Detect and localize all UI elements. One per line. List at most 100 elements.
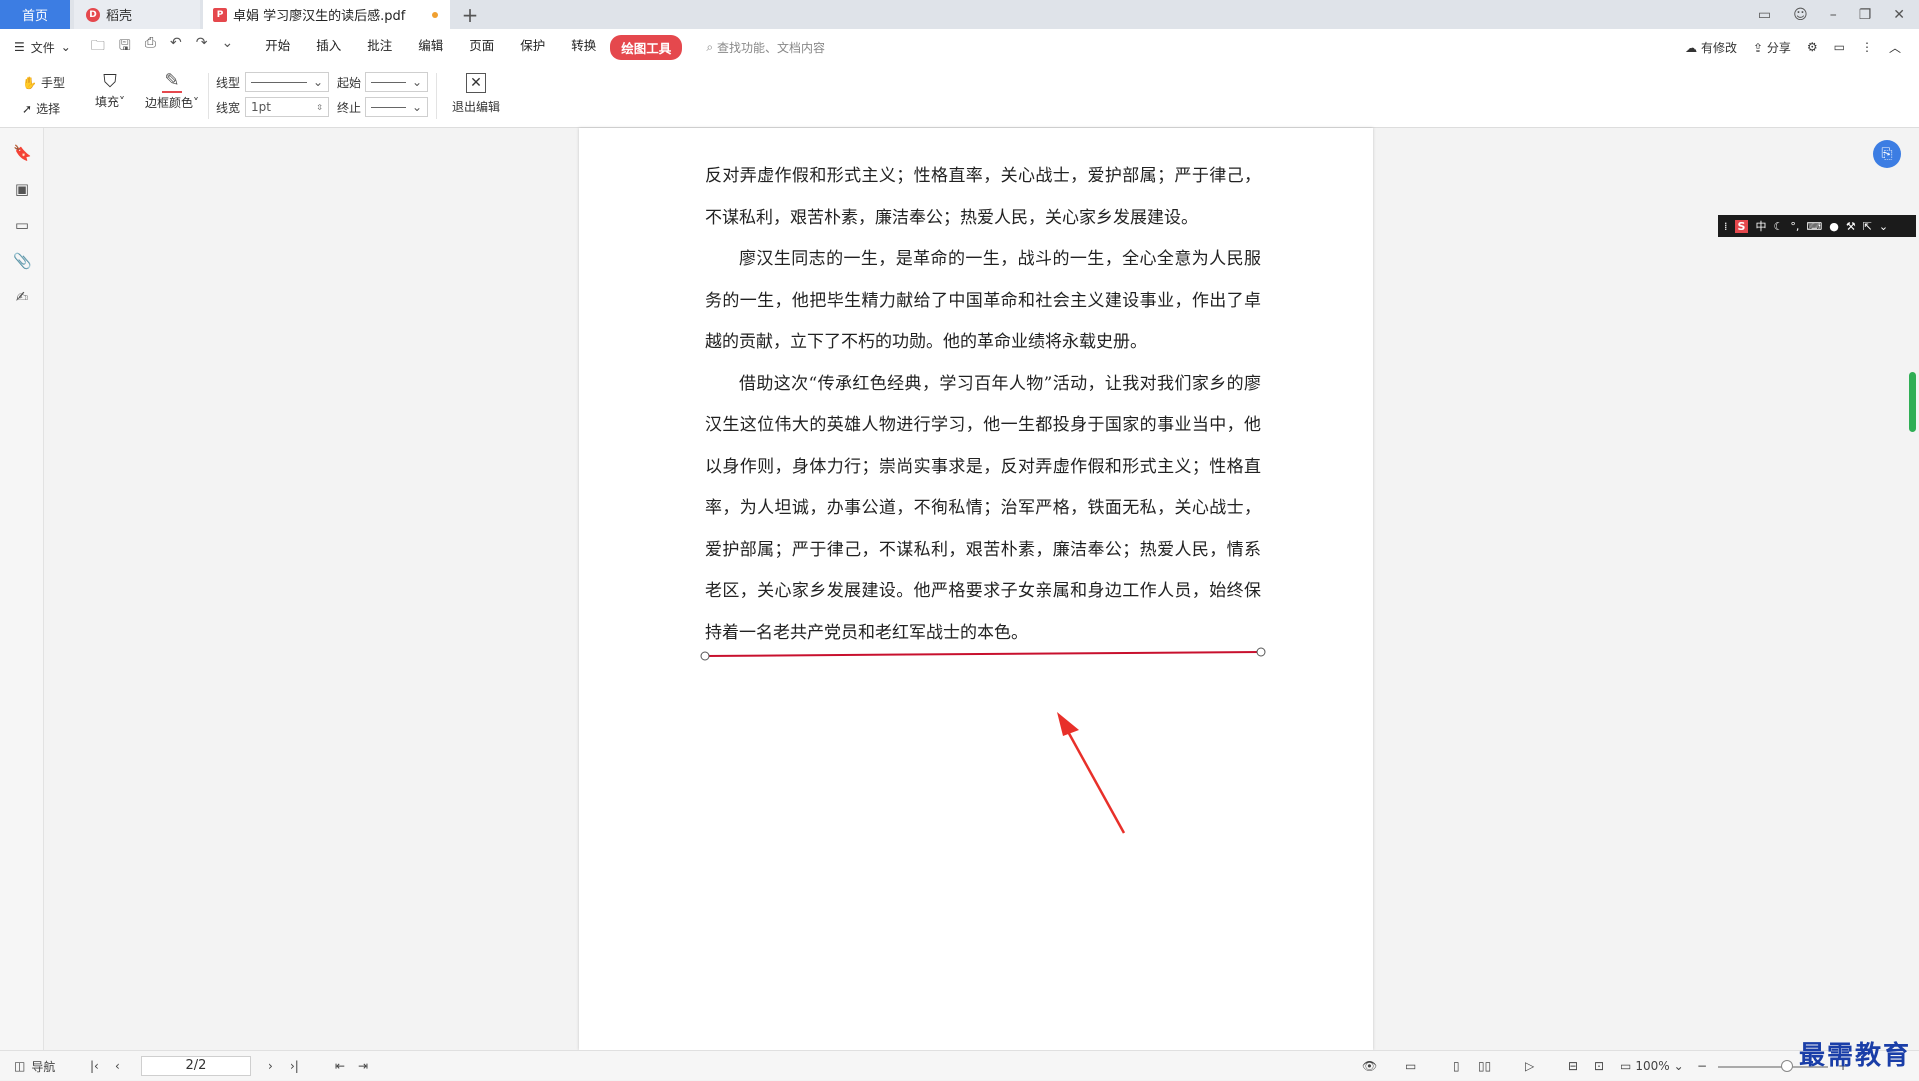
last-page-icon[interactable]: ›| <box>290 1051 299 1081</box>
wrench-icon[interactable]: ⚒ <box>1846 220 1856 233</box>
settings-icon[interactable]: ⚙ <box>1807 40 1818 54</box>
paragraph: 廖汉生同志的一生，是革命的一生，战斗的一生，全心全意为人民服务的一生，他把毕生精… <box>705 249 1261 352</box>
line-sample <box>371 81 406 83</box>
zoom-out-icon[interactable]: − <box>1697 1051 1707 1081</box>
fit-page-icon[interactable]: ⊡ <box>1594 1051 1604 1081</box>
menu-convert[interactable]: 转换 <box>571 35 596 60</box>
bookmark-icon[interactable]: 🔖 <box>13 144 32 162</box>
border-color-label: 边框颜色˅ <box>144 96 199 110</box>
tab-daoke[interactable]: D 稻壳 <box>74 0 200 29</box>
next-page-icon[interactable]: › <box>268 1051 273 1081</box>
chevron-down-icon: ⌄ <box>411 100 422 114</box>
punctuation-icon[interactable]: °, <box>1790 220 1799 233</box>
line-type-select[interactable]: ⌄ <box>245 72 329 92</box>
paragraph: 反对弄虚作假和形式主义；性格直率，关心战士，爱护部属；严于律己，不谋私利，艰苦朴… <box>705 166 1261 228</box>
single-page-icon[interactable]: ▭ <box>1405 1051 1416 1081</box>
external-icon[interactable]: ⇱ <box>1863 220 1872 233</box>
pdf-page[interactable]: 反对弄虚作假和形式主义；性格直率，关心战士，爱护部属；严于律己，不谋私利，艰苦朴… <box>579 128 1373 1050</box>
more-icon[interactable]: ⋮ <box>1861 40 1873 54</box>
back-view-icon[interactable]: ⇤ <box>335 1051 345 1081</box>
menu-page[interactable]: 页面 <box>469 35 494 60</box>
ime-toolbar[interactable]: ⁞ S 中 ☾ °, ⌨ ● ⚒ ⇱ ⌄ <box>1718 215 1916 237</box>
keyboard-icon[interactable]: ⌨ <box>1806 220 1822 233</box>
divider <box>208 73 209 119</box>
moon-icon[interactable]: ☾ <box>1773 220 1783 233</box>
zoom-slider-handle[interactable] <box>1781 1060 1793 1072</box>
nav-panel-icon: ◫ <box>14 1059 26 1073</box>
paragraph: 借助这次“传承红色经典，学习百年人物”活动，让我对我们家乡的廖汉生这位伟大的英雄… <box>705 373 1261 643</box>
select-tool-button[interactable]: ➚ 选择 <box>22 100 60 117</box>
prev-page-icon[interactable]: ‹ <box>115 1051 120 1081</box>
minimize-icon[interactable]: – <box>1830 7 1837 23</box>
menu-drawing-tools[interactable]: 绘图工具 <box>610 34 683 60</box>
search-box[interactable]: ⌕ 查找功能、文档内容 <box>706 39 825 56</box>
status-bar: ◫ 导航 |‹ ‹ 2/2 › ›| ⇤ ⇥ 👁 ▭ ▯ ▯▯ ▷ ⊟ ⊡ ▭ 1… <box>0 1041 1919 1081</box>
eye-protect-icon[interactable]: 👁 <box>1362 1051 1377 1081</box>
thumbnail-icon[interactable]: ▣ <box>13 180 31 198</box>
chevron-down-icon[interactable]: ⌄ <box>1879 220 1888 233</box>
redo-icon[interactable]: ↷ <box>196 35 208 59</box>
user-icon[interactable]: ● <box>1829 220 1839 233</box>
hand-icon: ✋ <box>22 75 37 90</box>
border-color-button[interactable]: ✎ 边框颜色˅ <box>140 71 204 111</box>
exit-edit-button[interactable]: ✕ 退出编辑 <box>448 73 504 115</box>
hand-tool-button[interactable]: ✋ 手型 <box>22 74 65 91</box>
avatar[interactable]: ☺ <box>1793 7 1808 23</box>
navigation-toggle[interactable]: ◫ 导航 <box>14 1051 55 1081</box>
file-menu-label: 文件 <box>30 40 55 55</box>
scrollbar-thumb[interactable] <box>1909 372 1916 432</box>
new-tab-button[interactable]: + <box>458 0 482 29</box>
tab-home[interactable]: 首页 <box>0 0 70 29</box>
comment-icon[interactable]: ▭ <box>1834 40 1845 54</box>
save-icon[interactable]: 🖫 <box>119 35 131 59</box>
play-icon[interactable]: ▷ <box>1525 1051 1534 1081</box>
undo-icon[interactable]: ↶ <box>170 35 182 59</box>
customize-chevron-icon[interactable]: ⌄ <box>221 35 233 59</box>
tab-document[interactable]: P 卓娟 学习廖汉生的读后感.pdf <box>203 0 450 29</box>
cloud-icon: ☁ <box>1685 40 1698 55</box>
window-layout-icon[interactable]: ▭ <box>1758 7 1771 23</box>
end-arrow-select[interactable]: ⌄ <box>365 97 428 117</box>
chevron-down-icon: ⌄ <box>1673 1059 1684 1073</box>
ime-mode[interactable]: 中 <box>1755 218 1766 234</box>
main-menus: 开始 插入 批注 编辑 页面 保护 转换 绘图工具 <box>265 34 683 60</box>
modified-button[interactable]: ☁ 有修改 <box>1685 39 1737 56</box>
floating-assistant-button[interactable]: ⎘ <box>1873 140 1901 168</box>
forward-view-icon[interactable]: ⇥ <box>358 1051 368 1081</box>
comment-panel-icon[interactable]: ▭ <box>13 216 31 234</box>
menu-start[interactable]: 开始 <box>265 35 290 60</box>
zoom-page-icon: ▭ <box>1620 1059 1632 1073</box>
open-folder-icon[interactable]: 🗀 <box>91 35 105 59</box>
close-icon[interactable]: ✕ <box>1893 7 1905 23</box>
two-page-icon[interactable]: ▯▯ <box>1478 1051 1491 1081</box>
attachment-icon[interactable]: 📎 <box>13 252 32 270</box>
collapse-ribbon-icon[interactable]: ︿ <box>1889 39 1901 56</box>
select-label: 选择 <box>36 102 61 116</box>
print-icon[interactable]: ⎙ <box>145 35 156 59</box>
menu-protect[interactable]: 保护 <box>520 35 545 60</box>
zoom-value: 100% <box>1635 1059 1670 1073</box>
assistant-icon: ⎘ <box>1881 146 1893 162</box>
fill-button[interactable]: ⛉ 填充˅ <box>92 71 128 110</box>
line-sample <box>371 106 406 108</box>
search-icon: ⌕ <box>706 39 714 54</box>
line-width-input[interactable]: 1pt ⇳ <box>245 97 329 117</box>
line-width-value: 1pt <box>251 100 271 114</box>
start-arrow-select[interactable]: ⌄ <box>365 72 428 92</box>
continuous-page-icon[interactable]: ▯ <box>1453 1051 1460 1081</box>
menu-annotate[interactable]: 批注 <box>367 35 392 60</box>
fit-width-icon[interactable]: ⊟ <box>1568 1051 1578 1081</box>
first-page-icon[interactable]: |‹ <box>90 1051 99 1081</box>
restore-icon[interactable]: ❐ <box>1859 7 1872 23</box>
zoom-select[interactable]: ▭ 100% ⌄ <box>1620 1051 1684 1081</box>
menu-edit[interactable]: 编辑 <box>418 35 443 60</box>
signature-icon[interactable]: ✍ <box>13 288 31 306</box>
page-number-input[interactable]: 2/2 <box>141 1056 251 1076</box>
line-sample <box>251 81 307 83</box>
document-viewport[interactable]: 反对弄虚作假和形式主义；性格直率，关心战士，爱护部属；严于律己，不谋私利，艰苦朴… <box>44 128 1919 1050</box>
chevron-down-icon: ⌄ <box>60 40 71 54</box>
file-menu-button[interactable]: ☰ 文件 ⌄ <box>0 39 71 56</box>
menu-insert[interactable]: 插入 <box>316 35 341 60</box>
share-button[interactable]: ⇪ 分享 <box>1753 39 1791 56</box>
tab-document-label: 卓娟 学习廖汉生的读后感.pdf <box>233 9 406 24</box>
